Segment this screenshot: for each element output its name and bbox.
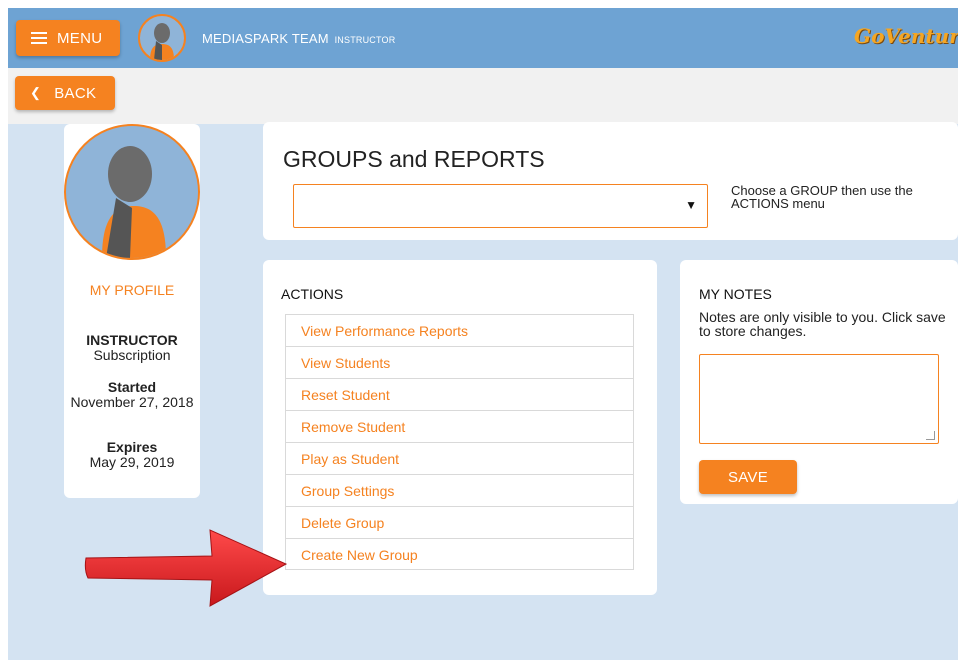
notes-card: MY NOTES Notes are only visible to you. …	[680, 260, 958, 504]
notes-title: MY NOTES	[699, 286, 772, 302]
page-title: GROUPS and REPORTS	[283, 146, 545, 172]
my-profile-link[interactable]: MY PROFILE	[64, 282, 200, 298]
person-silhouette-icon	[150, 23, 174, 60]
groups-card: GROUPS and REPORTS ▼ Choose a GROUP then…	[263, 122, 958, 240]
action-group-settings[interactable]: Group Settings	[285, 474, 634, 506]
profile-avatar[interactable]	[64, 124, 200, 260]
back-button[interactable]: ❮ BACK	[15, 76, 115, 110]
started-value: November 27, 2018	[70, 394, 194, 410]
app-frame: MENU MEDIASPARK TEAM INSTRUCTOR GoVentur…	[8, 8, 958, 660]
menu-label: MENU	[57, 29, 103, 47]
red-arrow-icon	[84, 529, 288, 607]
menu-button[interactable]: MENU	[16, 20, 120, 56]
top-bar: MENU MEDIASPARK TEAM INSTRUCTOR GoVentur…	[8, 8, 958, 68]
role-sub: Subscription	[93, 347, 171, 363]
avatar[interactable]	[138, 14, 186, 62]
group-hint: Choose a GROUP then use the ACTIONS menu	[731, 183, 913, 211]
action-view-students[interactable]: View Students	[285, 346, 634, 378]
started-info: Started November 27, 2018	[64, 380, 200, 410]
action-play-as-student[interactable]: Play as Student	[285, 442, 634, 474]
profile-card: MY PROFILE INSTRUCTOR Subscription Start…	[64, 124, 200, 498]
notes-description: Notes are only visible to you. Click sav…	[699, 309, 946, 339]
action-remove-student[interactable]: Remove Student	[285, 410, 634, 442]
action-list: View Performance Reports View Students R…	[285, 314, 634, 570]
actions-card: ACTIONS View Performance Reports View St…	[263, 260, 657, 595]
user-name: MEDIASPARK TEAM INSTRUCTOR	[202, 31, 395, 46]
subscription-info: INSTRUCTOR Subscription	[64, 333, 200, 363]
group-select[interactable]: ▼	[293, 184, 708, 228]
caret-down-icon: ▼	[685, 198, 697, 212]
action-create-new-group[interactable]: Create New Group	[285, 538, 634, 570]
action-delete-group[interactable]: Delete Group	[285, 506, 634, 538]
sub-bar	[8, 68, 958, 124]
expires-info: Expires May 29, 2019	[64, 440, 200, 470]
person-silhouette-icon	[102, 146, 166, 258]
chevron-left-icon: ❮	[30, 85, 42, 100]
goventure-logo: GoVenture	[854, 24, 958, 48]
notes-textarea[interactable]	[699, 354, 939, 444]
expires-label: Expires	[106, 439, 158, 455]
action-view-performance-reports[interactable]: View Performance Reports	[285, 314, 634, 346]
user-role: INSTRUCTOR	[334, 35, 396, 45]
resize-grip-icon[interactable]	[926, 431, 935, 440]
back-label: BACK	[54, 84, 97, 102]
role-title: INSTRUCTOR	[86, 332, 178, 348]
user-name-text: MEDIASPARK TEAM	[202, 31, 329, 46]
started-label: Started	[107, 379, 157, 395]
actions-title: ACTIONS	[281, 286, 344, 302]
expires-value: May 29, 2019	[89, 454, 175, 470]
save-button[interactable]: SAVE	[699, 460, 797, 494]
hamburger-icon	[31, 29, 47, 47]
action-reset-student[interactable]: Reset Student	[285, 378, 634, 410]
